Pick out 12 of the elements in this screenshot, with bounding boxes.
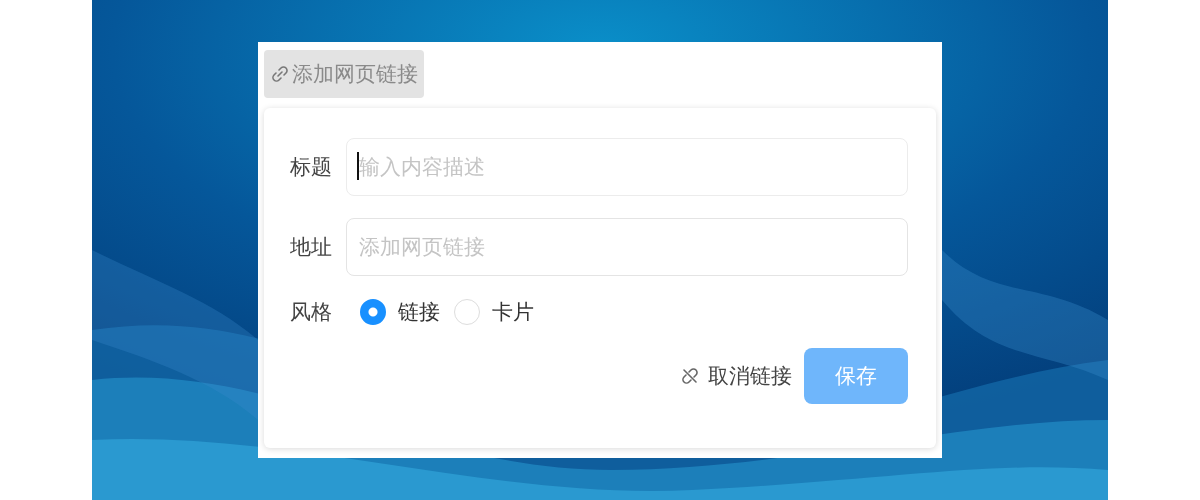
unlink-button[interactable]: 取消链接 <box>680 362 792 390</box>
broken-link-icon <box>680 366 700 386</box>
field-label: 风格 <box>290 299 333 326</box>
field-label: 地址 <box>290 234 333 261</box>
text-field[interactable]: 添加网页链接 <box>346 218 908 276</box>
text-field[interactable]: 输入内容描述 <box>346 138 908 196</box>
text-cursor <box>357 152 359 180</box>
field-label: 标题 <box>290 154 333 181</box>
radio-button[interactable] <box>360 299 386 325</box>
radio-label[interactable]: 链接 <box>398 298 440 326</box>
radio-label[interactable]: 卡片 <box>492 298 534 326</box>
link-icon <box>270 64 290 84</box>
